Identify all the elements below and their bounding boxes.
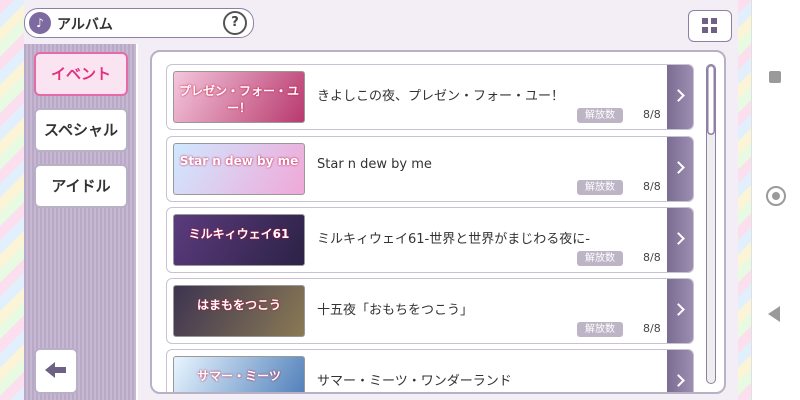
chevron-right-icon bbox=[672, 89, 685, 102]
list-item[interactable]: ミルキィウェイ61 ミルキィウェイ61-世界と世界がまじわる夜に- 解放数 8/… bbox=[166, 207, 694, 273]
grid-icon bbox=[711, 18, 717, 24]
thumbnail-text: Star n dew by me bbox=[179, 154, 299, 168]
thumbnail-text: ミルキィウェイ61 bbox=[188, 227, 290, 241]
open-button[interactable] bbox=[667, 65, 693, 129]
release-count-value: 8/8 bbox=[643, 180, 661, 193]
category-sidebar: イベント スペシャル アイドル bbox=[24, 44, 138, 400]
grid-view-button[interactable] bbox=[688, 10, 732, 42]
chevron-right-icon bbox=[672, 161, 685, 174]
release-count-label: 解放数 bbox=[577, 108, 623, 123]
open-button[interactable] bbox=[667, 279, 693, 343]
home-button[interactable] bbox=[766, 186, 786, 206]
thumbnail-text: はまもをつこう bbox=[196, 298, 281, 312]
chevron-right-icon bbox=[672, 232, 685, 245]
event-thumbnail: ミルキィウェイ61 bbox=[173, 214, 305, 266]
event-thumbnail: Star n dew by me bbox=[173, 143, 305, 195]
event-title: Star n dew by me bbox=[317, 157, 432, 172]
list-item[interactable]: プレゼン・フォー・ユー！ きよしこの夜、プレゼン・フォー・ユー！ 解放数 8/8 bbox=[166, 64, 694, 130]
list-scrollbar[interactable] bbox=[706, 64, 716, 384]
list-item[interactable]: サマー・ミーツ サマー・ミーツ・ワンダーランド bbox=[166, 349, 694, 392]
release-count-value: 8/8 bbox=[643, 108, 661, 121]
help-button[interactable]: ? bbox=[223, 11, 247, 35]
arrow-left-icon bbox=[45, 362, 66, 378]
chevron-right-icon bbox=[672, 374, 685, 387]
open-button[interactable] bbox=[667, 350, 693, 392]
album-list: プレゼン・フォー・ユー！ きよしこの夜、プレゼン・フォー・ユー！ 解放数 8/8… bbox=[150, 50, 726, 394]
system-back-button[interactable] bbox=[766, 304, 786, 324]
release-count-value: 8/8 bbox=[643, 251, 661, 264]
right-decorative-stripes bbox=[738, 0, 752, 400]
release-count-label: 解放数 bbox=[577, 180, 623, 195]
list-item[interactable]: Star n dew by me Star n dew by me 解放数 8/… bbox=[166, 136, 694, 202]
back-button[interactable] bbox=[34, 348, 78, 394]
release-count-label: 解放数 bbox=[577, 251, 623, 266]
event-title: 十五夜「おもちをつこう」 bbox=[317, 303, 474, 318]
event-title: サマー・ミーツ・ワンダーランド bbox=[317, 374, 512, 389]
grid-icon bbox=[702, 27, 708, 33]
open-button[interactable] bbox=[667, 208, 693, 272]
album-header: ♪ アルバム ? bbox=[24, 8, 254, 38]
thumbnail-text: サマー・ミーツ bbox=[197, 369, 281, 383]
release-count-value: 8/8 bbox=[643, 322, 661, 335]
sidebar-item-special[interactable]: スペシャル bbox=[34, 108, 128, 152]
sidebar-item-idol[interactable]: アイドル bbox=[34, 164, 128, 208]
event-title: きよしこの夜、プレゼン・フォー・ユー！ bbox=[317, 89, 565, 104]
system-navigation-bar bbox=[751, 0, 800, 400]
page-title: アルバム bbox=[57, 17, 113, 33]
left-decorative-stripes bbox=[0, 0, 24, 400]
open-button[interactable] bbox=[667, 137, 693, 201]
recent-apps-button[interactable] bbox=[766, 68, 786, 88]
scroll-thumb[interactable] bbox=[707, 65, 715, 135]
release-count-label: 解放数 bbox=[577, 322, 623, 337]
event-thumbnail: プレゼン・フォー・ユー！ bbox=[173, 71, 305, 123]
thumbnail-text: プレゼン・フォー・ユー！ bbox=[178, 84, 299, 115]
event-title: ミルキィウェイ61-世界と世界がまじわる夜に- bbox=[317, 232, 590, 247]
list-item[interactable]: はまもをつこう 十五夜「おもちをつこう」 解放数 8/8 bbox=[166, 278, 694, 344]
grid-icon bbox=[702, 18, 708, 24]
chevron-right-icon bbox=[672, 303, 685, 316]
music-note-icon: ♪ bbox=[29, 12, 51, 34]
event-thumbnail: はまもをつこう bbox=[173, 285, 305, 337]
grid-icon bbox=[711, 27, 717, 33]
event-thumbnail: サマー・ミーツ bbox=[173, 356, 305, 392]
sidebar-item-event[interactable]: イベント bbox=[34, 52, 128, 96]
